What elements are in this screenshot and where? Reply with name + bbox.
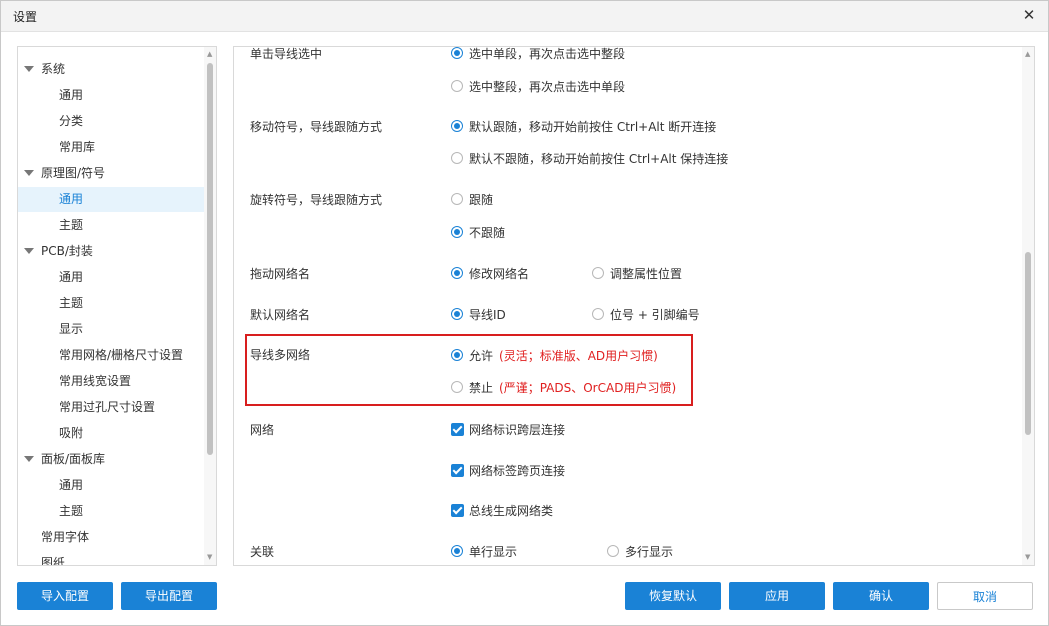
caret-down-icon[interactable] <box>24 170 34 176</box>
settings-dialog: 设置 ✕ 系统 通用 分类 常用库 原理图/符号 通用 主题 PCB/封装 通用 主题 显示 常用网格… <box>0 0 1049 626</box>
tree-item[interactable]: 面板/面板库 <box>18 447 204 472</box>
radio-selected-icon[interactable] <box>451 349 463 361</box>
tree-item[interactable]: 系统 <box>18 57 204 82</box>
radio-icon[interactable] <box>451 193 463 205</box>
checkbox-checked-icon[interactable] <box>451 464 464 477</box>
option-text: 允许 <box>469 349 494 363</box>
restore-default-button[interactable]: 恢复默认 <box>625 582 721 610</box>
tree-item[interactable]: 常用线宽设置 <box>18 369 204 394</box>
option-text: 禁止 <box>469 381 494 395</box>
caret-down-icon[interactable] <box>24 456 34 462</box>
net-label: 网络 <box>250 423 275 437</box>
tree-item-label: 通用 <box>59 192 84 206</box>
tree-item[interactable]: 常用过孔尺寸设置 <box>18 395 204 420</box>
radio-selected-icon[interactable] <box>451 308 463 320</box>
tree-item[interactable]: 通用 <box>18 187 204 212</box>
radio-icon[interactable] <box>592 267 604 279</box>
tree-item-label: 显示 <box>59 322 84 336</box>
radio-selected-icon[interactable] <box>451 226 463 238</box>
import-config-button[interactable]: 导入配置 <box>17 582 113 610</box>
tree-item[interactable]: 吸附 <box>18 421 204 446</box>
drag-net-name-label: 拖动网络名 <box>250 267 311 281</box>
caret-down-icon[interactable] <box>24 248 34 254</box>
tree-item-label: 常用库 <box>59 140 96 154</box>
checkbox-checked-icon[interactable] <box>451 504 464 517</box>
option-note: (灵活；标准版、AD用户习惯) <box>499 349 658 363</box>
tree-item-label: 主题 <box>59 296 84 310</box>
tree-item[interactable]: 通用 <box>18 265 204 290</box>
tree-item[interactable]: 图纸 <box>18 551 204 566</box>
tree-item-label: 分类 <box>59 114 84 128</box>
checkbox-checked-icon[interactable] <box>451 423 464 436</box>
tree-item-label: 常用过孔尺寸设置 <box>59 400 156 414</box>
option-note: (严谨；PADS、OrCAD用户习惯) <box>499 381 677 395</box>
tree-item-label: 常用字体 <box>41 530 90 544</box>
tree-item-label: 吸附 <box>59 426 84 440</box>
tree-scroll-thumb[interactable] <box>207 63 213 455</box>
caret-down-icon[interactable] <box>24 66 34 72</box>
association-label: 关联 <box>250 545 275 559</box>
move-symbol-follow-label: 移动符号，导线跟随方式 <box>250 120 383 134</box>
panel-scrollbar[interactable]: ▲ ▼ <box>1022 47 1034 565</box>
tree-item-label: 原理图/符号 <box>41 166 106 180</box>
apply-button[interactable]: 应用 <box>729 582 825 610</box>
scroll-up-icon[interactable]: ▲ <box>1025 50 1030 58</box>
tree-item[interactable]: 显示 <box>18 317 204 342</box>
tree-item[interactable]: 通用 <box>18 83 204 108</box>
tree-item-label: 图纸 <box>41 556 66 566</box>
tree-item[interactable]: PCB/封装 <box>18 239 204 264</box>
rotate-symbol-follow-label: 旋转符号，导线跟随方式 <box>250 193 383 207</box>
export-config-button[interactable]: 导出配置 <box>121 582 217 610</box>
radio-icon[interactable] <box>451 80 463 92</box>
radio-icon[interactable] <box>607 545 619 557</box>
tree-item-label: 主题 <box>59 504 84 518</box>
tree-item-label: 面板/面板库 <box>41 452 106 466</box>
tree-item-label: 通用 <box>59 478 84 492</box>
scroll-down-icon[interactable]: ▼ <box>1025 553 1030 561</box>
tree-item-label: 通用 <box>59 270 84 284</box>
radio-selected-icon[interactable] <box>451 120 463 132</box>
settings-tree: 系统 通用 分类 常用库 原理图/符号 通用 主题 PCB/封装 通用 主题 显示 常用网格/栅格尺寸… <box>17 46 217 566</box>
tree-item[interactable]: 原理图/符号 <box>18 161 204 186</box>
panel-scroll-thumb[interactable] <box>1025 252 1031 435</box>
close-icon[interactable]: ✕ <box>1020 6 1038 24</box>
radio-selected-icon[interactable] <box>451 47 463 59</box>
radio-selected-icon[interactable] <box>451 545 463 557</box>
settings-panel: 单击导线选中 选中单段，再次点击选中整段 选中整段，再次点击选中单段 移动符号，… <box>233 46 1035 566</box>
radio-icon[interactable] <box>451 381 463 393</box>
tree-scrollbar[interactable]: ▲ ▼ <box>204 47 216 565</box>
default-net-name-label: 默认网络名 <box>250 308 311 322</box>
scroll-up-icon[interactable]: ▲ <box>207 50 212 58</box>
tree-item-label: 主题 <box>59 218 84 232</box>
tree-item-label: 通用 <box>59 88 84 102</box>
tree-item[interactable]: 分类 <box>18 109 204 134</box>
tree-item-label: 系统 <box>41 62 66 76</box>
radio-icon[interactable] <box>451 152 463 164</box>
tree-item-label: PCB/封装 <box>41 244 93 258</box>
tree-item[interactable]: 通用 <box>18 473 204 498</box>
tree-item-label: 常用线宽设置 <box>59 374 132 388</box>
confirm-button[interactable]: 确认 <box>833 582 929 610</box>
tree-item-label: 常用网格/栅格尺寸设置 <box>59 348 184 362</box>
tree-item[interactable]: 常用网格/栅格尺寸设置 <box>18 343 204 368</box>
scroll-down-icon[interactable]: ▼ <box>207 553 212 561</box>
tree-item[interactable]: 主题 <box>18 213 204 238</box>
dialog-title: 设置 <box>13 10 38 24</box>
radio-selected-icon[interactable] <box>451 267 463 279</box>
click-wire-select-label: 单击导线选中 <box>250 47 323 61</box>
tree-item[interactable]: 主题 <box>18 499 204 524</box>
tree-item[interactable]: 主题 <box>18 291 204 316</box>
tree-item[interactable]: 常用字体 <box>18 525 204 550</box>
cancel-button[interactable]: 取消 <box>937 582 1033 610</box>
radio-icon[interactable] <box>592 308 604 320</box>
tree-item[interactable]: 常用库 <box>18 135 204 160</box>
wire-multi-net-label: 导线多网络 <box>250 348 311 362</box>
title-bar: 设置 ✕ <box>1 1 1048 32</box>
